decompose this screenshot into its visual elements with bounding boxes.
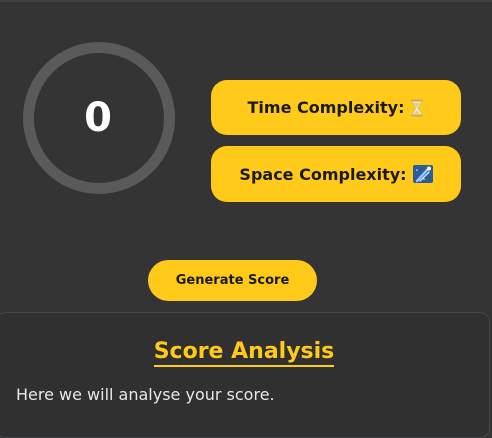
score-ring: 0 (23, 42, 175, 194)
space-complexity-label: Space Complexity: (239, 164, 407, 184)
score-analysis-card: Score Analysis Here we will analyse your… (0, 312, 490, 438)
time-complexity-label: Time Complexity: (247, 98, 405, 117)
top-border (0, 0, 492, 2)
generate-score-button[interactable]: Generate Score (148, 260, 317, 301)
time-complexity-badge[interactable]: Time Complexity: (211, 80, 461, 135)
score-analysis-title-text: Score Analysis (153, 339, 335, 367)
score-value: 0 (84, 95, 112, 141)
hourglass-icon (410, 99, 424, 117)
comet-icon (412, 165, 433, 183)
score-analysis-text: Here we will analyse your score. (16, 385, 275, 404)
space-complexity-badge[interactable]: Space Complexity: (211, 146, 461, 202)
score-analysis-title: Score Analysis (0, 337, 491, 367)
